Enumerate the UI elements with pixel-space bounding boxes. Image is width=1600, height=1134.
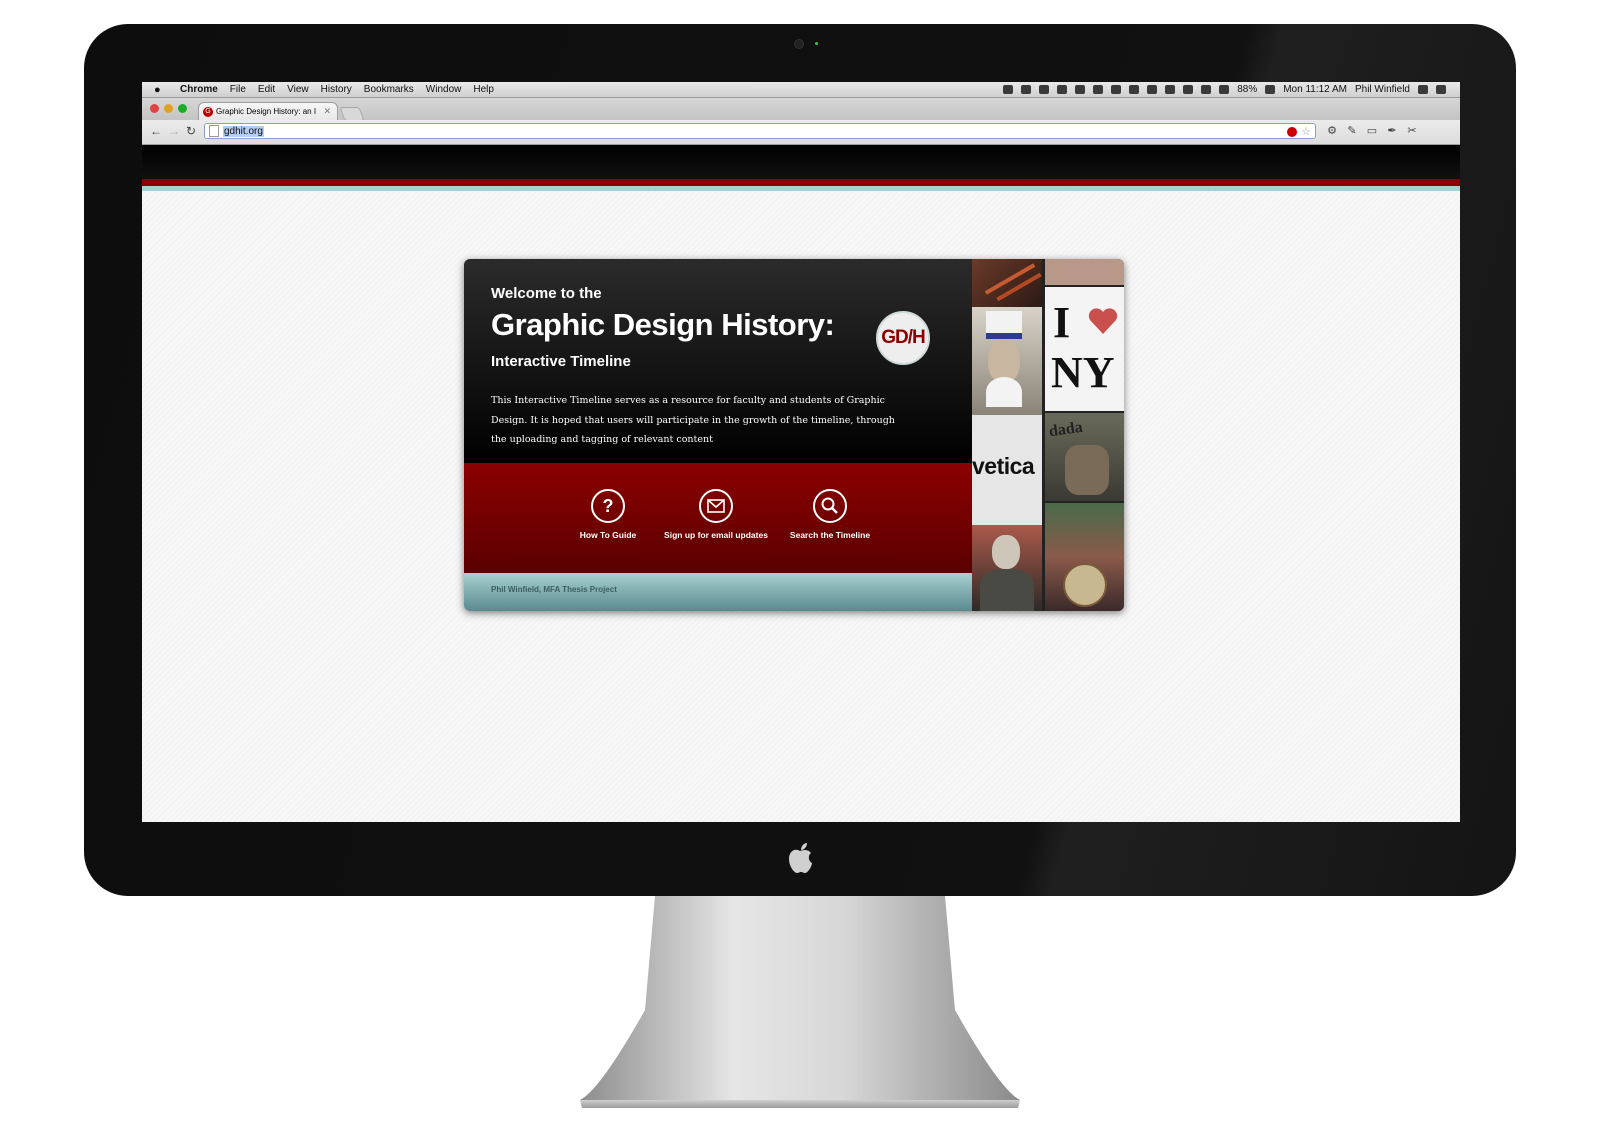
close-window-button[interactable] bbox=[150, 104, 159, 113]
tab-close-icon[interactable]: ✕ bbox=[323, 106, 331, 117]
app-icon[interactable] bbox=[1075, 85, 1086, 94]
menu-extras: 88% Mon 11:12 AM Phil Winfield bbox=[1003, 82, 1446, 97]
screenshot-icon[interactable]: ▭ bbox=[1366, 125, 1378, 137]
how-to-guide-button[interactable]: ? How To Guide bbox=[548, 489, 668, 540]
collage-tile-sgt-pepper bbox=[1045, 503, 1124, 611]
search-timeline-label: Search the Timeline bbox=[789, 530, 871, 540]
forward-button[interactable]: → bbox=[168, 124, 180, 138]
how-to-guide-label: How To Guide bbox=[579, 530, 637, 540]
site-header-bar bbox=[142, 145, 1460, 191]
menu-user[interactable]: Phil Winfield bbox=[1355, 84, 1410, 95]
menu-help[interactable]: Help bbox=[473, 82, 494, 97]
welcome-text: Welcome to the bbox=[491, 285, 602, 302]
header-red-stripe bbox=[142, 179, 1460, 186]
collage-tile-i-love-ny: I NY bbox=[1045, 287, 1124, 411]
address-bar[interactable]: gdhit.org ☆ bbox=[204, 123, 1316, 139]
menu-clock[interactable]: Mon 11:12 AM bbox=[1283, 84, 1347, 95]
mac-menu-bar: ● Chrome File Edit View History Bookmark… bbox=[142, 82, 1460, 98]
back-button[interactable]: ← bbox=[150, 124, 162, 138]
wrench-icon[interactable]: ✂ bbox=[1406, 125, 1418, 137]
email-signup-label: Sign up for email updates bbox=[664, 530, 768, 540]
dada-text: dada bbox=[1047, 418, 1084, 441]
spotlight-icon[interactable] bbox=[1418, 85, 1428, 94]
collage-tile-pencils bbox=[972, 259, 1042, 307]
tab-title: Graphic Design History: an I bbox=[216, 107, 317, 116]
new-tab-button[interactable] bbox=[339, 107, 365, 121]
cloud-icon[interactable] bbox=[1129, 85, 1140, 94]
gear-icon[interactable]: ⚙ bbox=[1326, 125, 1338, 137]
url-text[interactable]: gdhit.org bbox=[223, 125, 264, 137]
sync-icon[interactable] bbox=[1021, 85, 1032, 94]
welcome-card: Welcome to the Graphic Design History: I… bbox=[464, 259, 1124, 611]
menu-bookmarks[interactable]: Bookmarks bbox=[364, 82, 414, 97]
header-teal-stripe bbox=[142, 186, 1460, 191]
browser-tab-bar: G Graphic Design History: an I ✕ bbox=[142, 98, 1460, 121]
collage-tile-uncle-sam bbox=[972, 307, 1042, 415]
page-title: Graphic Design History: bbox=[491, 307, 835, 342]
page-icon bbox=[209, 125, 219, 137]
volume-icon[interactable] bbox=[1219, 85, 1230, 94]
credit-text: Phil Winfield, MFA Thesis Project bbox=[491, 585, 617, 594]
battery-icon[interactable] bbox=[1265, 85, 1276, 94]
page-subtitle: Interactive Timeline bbox=[491, 353, 631, 370]
apple-menu-icon[interactable]: ● bbox=[154, 84, 170, 96]
webcam bbox=[794, 39, 804, 49]
reload-button[interactable]: ↻ bbox=[186, 124, 196, 138]
card-footer: Phil Winfield, MFA Thesis Project bbox=[464, 573, 972, 611]
tab-graphic-design-history[interactable]: G Graphic Design History: an I ✕ bbox=[198, 102, 338, 120]
display-icon[interactable] bbox=[1111, 85, 1122, 94]
intro-description: This Interactive Timeline serves as a re… bbox=[491, 395, 895, 445]
ny-i-text: I bbox=[1053, 298, 1071, 347]
zoom-window-button[interactable] bbox=[178, 104, 187, 113]
time-machine-icon[interactable] bbox=[1165, 85, 1176, 94]
menu-edit[interactable]: Edit bbox=[258, 82, 275, 97]
eyedropper-icon[interactable]: ✎ bbox=[1346, 125, 1358, 137]
menu-window[interactable]: Window bbox=[426, 82, 462, 97]
email-signup-button[interactable]: Sign up for email updates bbox=[656, 489, 776, 540]
card-intro: Welcome to the Graphic Design History: I… bbox=[464, 259, 972, 463]
card-actions: ? How To Guide Sign up for email updates… bbox=[464, 463, 972, 573]
svg-text:?: ? bbox=[603, 496, 614, 516]
collage-tile-portrait bbox=[972, 525, 1042, 611]
blocked-icon[interactable] bbox=[1287, 127, 1297, 137]
collage-tile-top-photo bbox=[1045, 259, 1124, 285]
developer-tools-icon[interactable]: ✒ bbox=[1386, 125, 1398, 137]
envelope-icon bbox=[699, 489, 733, 523]
web-page: Welcome to the Graphic Design History: I… bbox=[142, 145, 1460, 822]
tools-icon[interactable] bbox=[1057, 85, 1068, 94]
collage-tile-helvetica: vetica bbox=[972, 415, 1042, 525]
bolt-icon[interactable] bbox=[1093, 85, 1104, 94]
airplay-icon[interactable] bbox=[1147, 85, 1158, 94]
helvetica-text: vetica bbox=[972, 453, 1035, 479]
magnifier-icon bbox=[813, 489, 847, 523]
gdh-logo: GD/H bbox=[876, 311, 930, 365]
browser-toolbar: ← → ↻ gdhit.org ☆ ⚙ ✎ ▭ ✒ ✂ bbox=[142, 120, 1460, 145]
clipboard-icon[interactable] bbox=[1039, 85, 1050, 94]
ny-text: NY bbox=[1051, 348, 1115, 397]
menu-history[interactable]: History bbox=[321, 82, 352, 97]
bluetooth-icon[interactable] bbox=[1183, 85, 1194, 94]
webcam-led bbox=[815, 42, 818, 45]
question-icon: ? bbox=[591, 489, 625, 523]
apple-logo-icon bbox=[789, 843, 812, 873]
minimize-window-button[interactable] bbox=[164, 104, 173, 113]
folder-icon[interactable] bbox=[1003, 85, 1014, 94]
screen: ● Chrome File Edit View History Bookmark… bbox=[142, 82, 1460, 822]
heart-icon bbox=[1087, 305, 1119, 337]
menu-file[interactable]: File bbox=[230, 82, 246, 97]
design-history-collage: vetica I NY dada bbox=[972, 259, 1124, 611]
search-timeline-button[interactable]: Search the Timeline bbox=[770, 489, 890, 540]
star-bookmark-icon[interactable]: ☆ bbox=[1301, 125, 1311, 138]
notification-list-icon[interactable] bbox=[1436, 85, 1446, 94]
collage-tile-dada: dada bbox=[1045, 413, 1124, 501]
favicon-icon: G bbox=[203, 106, 213, 117]
battery-percent[interactable]: 88% bbox=[1237, 84, 1257, 95]
menu-view[interactable]: View bbox=[287, 82, 309, 97]
wifi-icon[interactable] bbox=[1201, 85, 1212, 94]
menu-app-name[interactable]: Chrome bbox=[180, 82, 218, 97]
